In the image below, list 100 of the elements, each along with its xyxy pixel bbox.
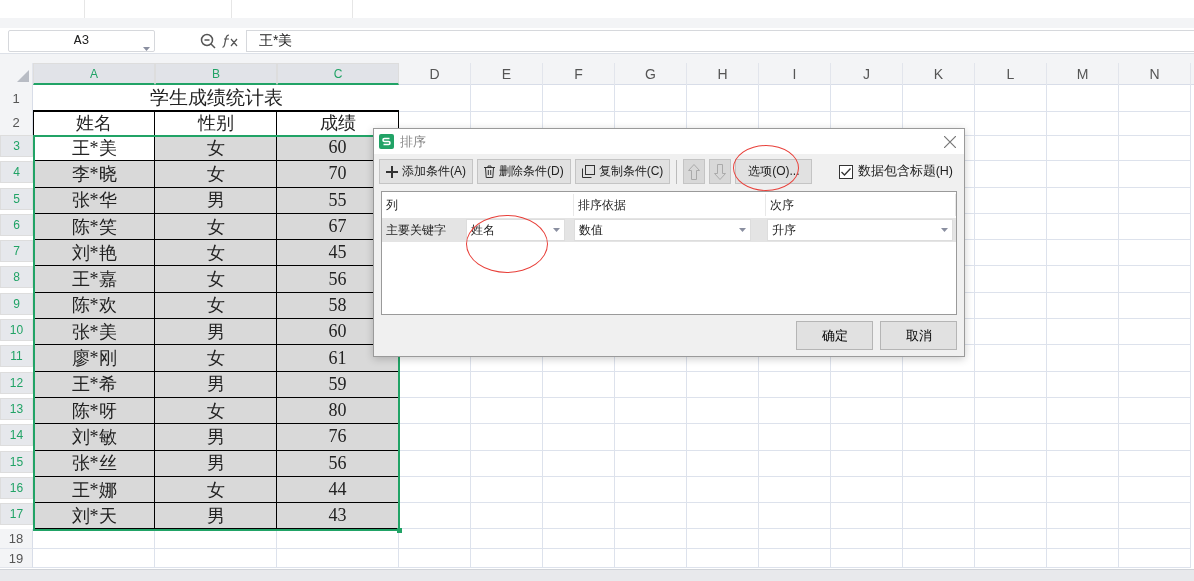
ok-button[interactable]: 确定	[796, 321, 873, 350]
empty-cell[interactable]	[975, 397, 1047, 425]
empty-cell[interactable]	[1047, 161, 1119, 188]
empty-cell[interactable]	[1047, 213, 1119, 241]
empty-cell[interactable]	[615, 85, 687, 112]
row-header[interactable]: 1	[0, 85, 33, 112]
empty-cell[interactable]	[831, 529, 903, 549]
empty-cell[interactable]	[687, 529, 759, 549]
empty-cell[interactable]	[471, 371, 543, 398]
empty-cell[interactable]	[975, 503, 1047, 530]
empty-cell[interactable]	[975, 529, 1047, 549]
empty-cell[interactable]	[1119, 371, 1191, 398]
empty-cell[interactable]	[975, 476, 1047, 504]
order-select[interactable]: 升序	[767, 219, 953, 241]
select-all-icon[interactable]	[17, 70, 29, 82]
empty-cell[interactable]	[975, 213, 1047, 241]
empty-cell[interactable]	[903, 548, 975, 569]
empty-cell[interactable]	[903, 85, 975, 112]
empty-cell[interactable]	[759, 476, 831, 504]
column-header[interactable]: E	[471, 63, 543, 85]
empty-cell[interactable]	[471, 450, 543, 477]
empty-cell[interactable]	[615, 424, 687, 451]
empty-cell[interactable]	[1047, 85, 1119, 112]
empty-cell[interactable]	[1119, 85, 1191, 112]
empty-cell[interactable]	[975, 450, 1047, 477]
empty-cell[interactable]	[687, 397, 759, 425]
empty-cell[interactable]	[1119, 161, 1191, 188]
empty-cell[interactable]	[471, 476, 543, 504]
empty-cell[interactable]	[399, 85, 471, 112]
column-header[interactable]: G	[615, 63, 687, 85]
empty-cell[interactable]	[543, 503, 615, 530]
empty-cell[interactable]	[1119, 529, 1191, 549]
column-header[interactable]: F	[543, 63, 615, 85]
empty-cell[interactable]	[759, 503, 831, 530]
empty-cell[interactable]	[155, 529, 277, 549]
empty-cell[interactable]	[1047, 319, 1119, 346]
row-header[interactable]: 18	[0, 529, 33, 549]
empty-cell[interactable]	[615, 397, 687, 425]
empty-cell[interactable]	[471, 397, 543, 425]
empty-cell[interactable]	[155, 548, 277, 569]
empty-cell[interactable]	[1119, 397, 1191, 425]
empty-cell[interactable]	[1047, 135, 1119, 162]
empty-cell[interactable]	[975, 424, 1047, 451]
empty-cell[interactable]	[687, 85, 759, 112]
empty-cell[interactable]	[759, 450, 831, 477]
empty-cell[interactable]	[1047, 110, 1119, 136]
empty-cell[interactable]	[975, 345, 1047, 372]
delete-button[interactable]: 删除条件(D)	[477, 159, 571, 184]
empty-cell[interactable]	[1119, 240, 1191, 267]
column-select[interactable]: 姓名	[466, 219, 565, 241]
empty-cell[interactable]	[1047, 476, 1119, 504]
empty-cell[interactable]	[831, 548, 903, 569]
empty-cell[interactable]	[975, 187, 1047, 214]
empty-cell[interactable]	[687, 503, 759, 530]
empty-cell[interactable]	[831, 397, 903, 425]
empty-cell[interactable]	[1119, 345, 1191, 372]
row-header[interactable]: 2	[0, 110, 33, 136]
empty-cell[interactable]	[759, 424, 831, 451]
column-header[interactable]: J	[831, 63, 903, 85]
empty-cell[interactable]	[1047, 450, 1119, 477]
empty-cell[interactable]	[1119, 213, 1191, 241]
options-button[interactable]: 选项(O)...	[735, 159, 813, 184]
empty-cell[interactable]	[471, 503, 543, 530]
empty-cell[interactable]	[903, 397, 975, 425]
empty-cell[interactable]	[1047, 548, 1119, 569]
empty-cell[interactable]	[831, 424, 903, 451]
close-icon[interactable]	[944, 135, 956, 148]
empty-cell[interactable]	[903, 450, 975, 477]
empty-cell[interactable]	[543, 424, 615, 451]
column-header[interactable]: L	[975, 63, 1047, 85]
copy-button[interactable]: 复制条件(C)	[574, 159, 671, 184]
empty-cell[interactable]	[975, 110, 1047, 136]
checkbox[interactable]	[838, 164, 853, 179]
empty-cell[interactable]	[1119, 424, 1191, 451]
cancel-button[interactable]: 取消	[880, 321, 957, 350]
empty-cell[interactable]	[975, 85, 1047, 112]
empty-cell[interactable]	[975, 135, 1047, 162]
empty-cell[interactable]	[471, 85, 543, 112]
empty-cell[interactable]	[975, 240, 1047, 267]
empty-cell[interactable]	[1047, 529, 1119, 549]
column-header[interactable]: H	[687, 63, 759, 85]
empty-cell[interactable]	[759, 529, 831, 549]
empty-cell[interactable]	[1047, 240, 1119, 267]
column-header[interactable]: I	[759, 63, 831, 85]
empty-cell[interactable]	[1119, 292, 1191, 320]
empty-cell[interactable]	[1119, 503, 1191, 530]
empty-cell[interactable]	[903, 424, 975, 451]
empty-cell[interactable]	[831, 476, 903, 504]
empty-cell[interactable]	[759, 548, 831, 569]
empty-cell[interactable]	[615, 529, 687, 549]
empty-cell[interactable]	[975, 548, 1047, 569]
empty-cell[interactable]	[903, 529, 975, 549]
empty-cell[interactable]	[543, 476, 615, 504]
empty-cell[interactable]	[975, 371, 1047, 398]
empty-cell[interactable]	[1047, 292, 1119, 320]
empty-cell[interactable]	[903, 371, 975, 398]
empty-cell[interactable]	[687, 548, 759, 569]
empty-cell[interactable]	[615, 503, 687, 530]
empty-cell[interactable]	[1119, 548, 1191, 569]
empty-cell[interactable]	[615, 371, 687, 398]
